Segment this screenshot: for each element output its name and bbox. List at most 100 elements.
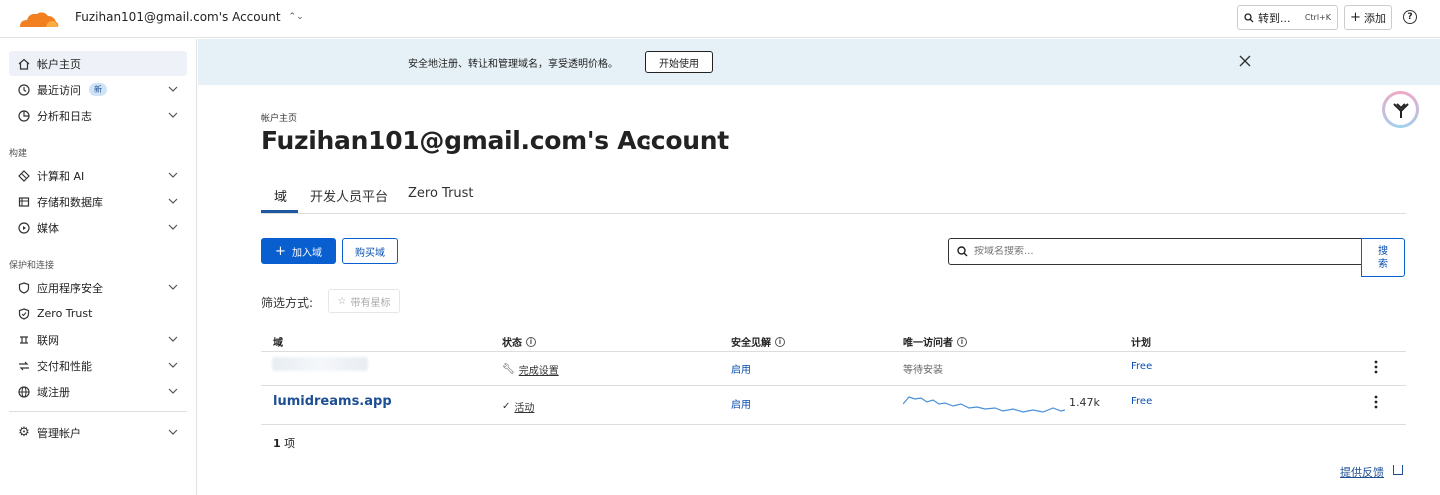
status-label: 完成设置	[518, 366, 559, 377]
sidebar-item-zero-trust[interactable]: Zero Trust	[9, 301, 187, 326]
avatar[interactable]	[1382, 91, 1419, 128]
domain-search-field[interactable]	[948, 238, 1362, 265]
check-icon: ✓	[502, 401, 511, 412]
chevron-down-icon	[168, 112, 178, 118]
row-visitors: 1.47k	[1069, 396, 1100, 409]
col-header-label: 安全见解	[731, 338, 771, 349]
search-icon	[957, 246, 968, 257]
col-header-visitors[interactable]: 唯一访问者 i	[903, 334, 967, 349]
shield-icon	[17, 281, 31, 295]
sidebar-item-registrar[interactable]: 域注册	[9, 379, 187, 404]
row-plan[interactable]: Free	[1131, 361, 1152, 372]
item-count: 1 项	[273, 435, 295, 451]
col-header-insights[interactable]: 安全见解 i	[731, 334, 785, 349]
close-icon[interactable]	[1238, 54, 1252, 68]
chart-icon	[17, 109, 31, 123]
add-domain-label: 加入域	[291, 247, 322, 259]
row-insights[interactable]: 启用	[731, 396, 751, 411]
add-domain-button[interactable]: + 加入域	[261, 238, 336, 264]
sidebar-item-label: 联网	[37, 333, 59, 347]
row-plan[interactable]: Free	[1131, 396, 1152, 407]
sidebar-item-label: 媒体	[37, 221, 59, 235]
updown-chevron-icon: ⌃⌄	[288, 12, 304, 22]
col-header-label: 计划	[1131, 338, 1151, 349]
storage-icon	[17, 195, 31, 209]
goto-shortcut: Ctrl+K	[1304, 13, 1331, 22]
account-switcher[interactable]: Fuzihan101@gmail.com's Account ⌃⌄	[75, 10, 304, 24]
sidebar-item-manage-account[interactable]: ⚙ 管理帐户	[9, 420, 187, 445]
row-status[interactable]: 🔧︎ 完成设置	[502, 362, 559, 377]
chevron-down-icon	[168, 198, 178, 204]
col-header-status[interactable]: 状态 i	[502, 334, 536, 349]
feedback-link[interactable]: 提供反馈	[1340, 464, 1384, 480]
col-header-label: 域	[273, 338, 283, 349]
chevron-down-icon	[168, 172, 178, 178]
chevron-down-icon	[168, 362, 178, 368]
sidebar-item-storage[interactable]: 存储和数据库	[9, 189, 187, 214]
chevron-down-icon	[168, 284, 178, 290]
sidebar-item-label: 帐户主页	[37, 57, 81, 71]
get-started-button[interactable]: 开始使用	[645, 51, 713, 73]
tab-zero-trust[interactable]: Zero Trust	[408, 186, 474, 201]
sidebar-item-recent[interactable]: 最近访问 新	[9, 77, 187, 102]
buy-domain-button[interactable]: 购买域	[342, 238, 398, 264]
top-bar: Fuzihan101@gmail.com's Account ⌃⌄ 转到... …	[0, 0, 1440, 38]
goto-button[interactable]: 转到... Ctrl+K	[1237, 5, 1338, 30]
tab-developer-platform[interactable]: 开发人员平台	[310, 186, 388, 205]
filter-starred-button[interactable]: ☆ 带有星标	[328, 289, 400, 313]
help-icon[interactable]: ?	[1403, 10, 1417, 24]
more-options-icon[interactable]	[643, 135, 653, 151]
col-header-label: 唯一访问者	[903, 338, 953, 349]
tab-domains[interactable]: 域	[274, 186, 287, 205]
search-input[interactable]	[974, 246, 1354, 257]
search-button[interactable]: 搜索	[1361, 238, 1405, 277]
home-icon	[17, 57, 31, 71]
sidebar-item-analytics[interactable]: 分析和日志	[9, 103, 187, 128]
table-divider	[261, 424, 1406, 425]
sidebar-item-delivery[interactable]: 交付和性能	[9, 353, 187, 378]
row-insights[interactable]: 启用	[731, 361, 751, 376]
plus-icon: +	[275, 243, 286, 259]
page-title: Fuzihan101@gmail.com's Account	[261, 126, 729, 155]
col-header-domain[interactable]: 域	[273, 334, 283, 349]
compute-icon	[17, 169, 31, 183]
globe-icon	[17, 385, 31, 399]
network-icon	[17, 333, 31, 347]
sidebar-item-media[interactable]: 媒体	[9, 215, 187, 240]
sidebar-item-label: 管理帐户	[37, 426, 81, 440]
row-domain[interactable]: lumidreams.app	[273, 394, 392, 409]
filter-starred-label: 带有星标	[350, 297, 391, 309]
chevron-down-icon	[168, 336, 178, 342]
info-icon[interactable]: i	[775, 336, 785, 347]
new-badge: 新	[89, 83, 107, 96]
info-icon[interactable]: i	[957, 336, 967, 347]
avatar-badge-icon	[1385, 94, 1416, 125]
redacted-domain	[272, 357, 368, 371]
sidebar-item-label: 分析和日志	[37, 109, 92, 123]
visitors-sparkline	[903, 396, 1065, 413]
sidebar-item-app-security[interactable]: 应用程序安全	[9, 275, 187, 300]
sidebar-item-compute[interactable]: 计算和 AI	[9, 163, 187, 188]
plus-icon: +	[1350, 10, 1361, 25]
info-icon[interactable]: i	[526, 336, 536, 347]
cloudflare-logo[interactable]	[16, 7, 60, 31]
sidebar-item-network[interactable]: 联网	[9, 327, 187, 352]
row-menu-icon[interactable]	[1373, 395, 1379, 409]
col-header-plan[interactable]: 计划	[1131, 334, 1151, 349]
filter-label: 筛选方式:	[261, 296, 314, 310]
sidebar-item-label: Zero Trust	[37, 307, 93, 320]
status-label: 活动	[514, 403, 535, 414]
col-header-label: 状态	[502, 338, 522, 349]
external-link-icon	[1393, 465, 1403, 475]
promo-banner: 安全地注册、转让和管理域名，享受透明价格。 开始使用	[198, 39, 1440, 85]
sidebar-item-label: 域注册	[37, 385, 70, 399]
sidebar-item-home[interactable]: 帐户主页	[9, 51, 187, 76]
row-menu-icon[interactable]	[1373, 360, 1379, 374]
sidebar-item-label: 计算和 AI	[37, 169, 85, 183]
wrench-icon: 🔧︎	[502, 364, 515, 375]
add-button[interactable]: + 添加	[1344, 5, 1392, 30]
chevron-down-icon	[168, 86, 178, 92]
row-status[interactable]: ✓ 活动	[502, 399, 534, 414]
breadcrumb[interactable]: 帐户主页	[261, 111, 297, 124]
clock-icon	[17, 83, 31, 97]
